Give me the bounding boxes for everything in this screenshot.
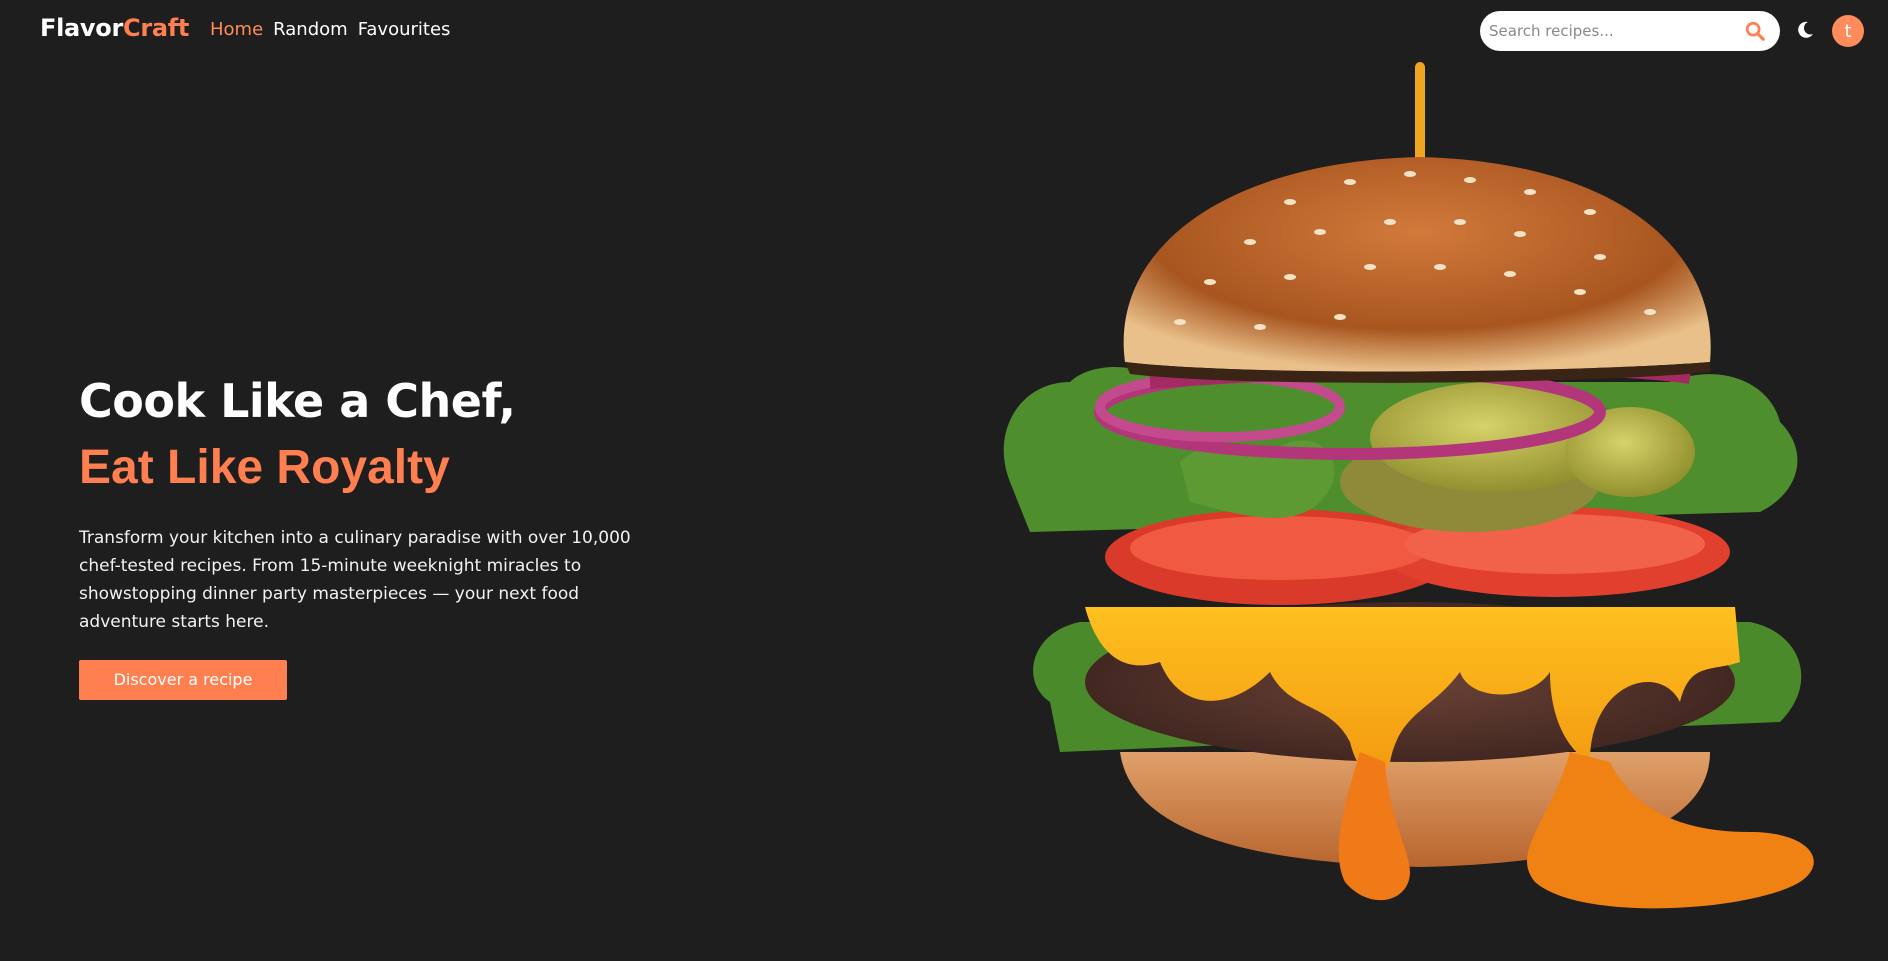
hero-description: Transform your kitchen into a culinary p…: [79, 528, 631, 632]
nav-links: Home Random Favourites: [210, 19, 450, 40]
burger-hero-image: [1003, 62, 1814, 909]
brand-name-part1: Flavor: [40, 14, 123, 42]
avatar[interactable]: t: [1832, 15, 1864, 47]
brand-name-part2: Craft: [123, 14, 190, 42]
search-icon[interactable]: [1744, 20, 1766, 42]
hero-section: Cook Like a Chef, Eat Like Royalty Trans…: [79, 372, 679, 700]
search-box: [1480, 11, 1780, 51]
moon-icon[interactable]: [1795, 20, 1815, 40]
nav-link-random[interactable]: Random: [273, 19, 348, 40]
search-input[interactable]: [1480, 11, 1730, 51]
page: FlavorCraft Home Random Favourites t Coo…: [0, 0, 1888, 961]
nav-link-favourites[interactable]: Favourites: [358, 19, 451, 40]
discover-recipe-button[interactable]: Discover a recipe: [79, 660, 287, 700]
hero-title-line1: Cook Like a Chef,: [79, 374, 516, 428]
brand-logo[interactable]: FlavorCraft: [40, 14, 189, 42]
hero-title-line2: Eat Like Royalty: [79, 441, 450, 494]
top-navbar: FlavorCraft Home Random Favourites t: [0, 0, 1888, 62]
nav-link-home[interactable]: Home: [210, 19, 263, 40]
